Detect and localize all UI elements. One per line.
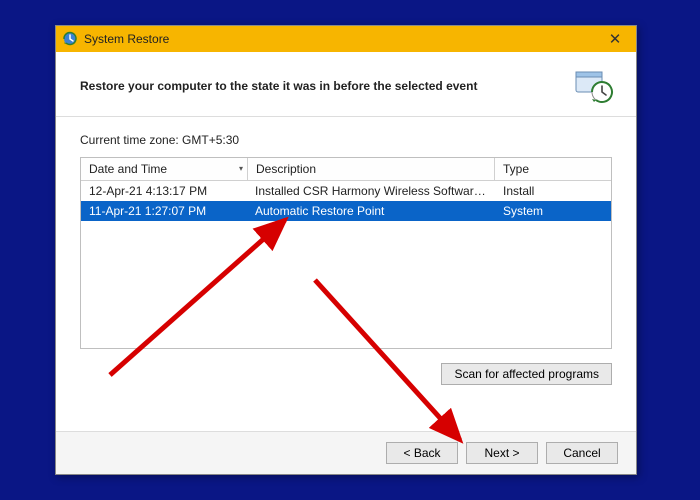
scan-affected-button[interactable]: Scan for affected programs [441, 363, 612, 385]
table-row[interactable]: 12-Apr-21 4:13:17 PMInstalled CSR Harmon… [81, 181, 611, 201]
column-header-date-label: Date and Time [89, 162, 167, 176]
cell-desc: Automatic Restore Point [247, 201, 495, 221]
wizard-header: Restore your computer to the state it wa… [56, 52, 636, 117]
next-button[interactable]: Next > [466, 442, 538, 464]
back-button[interactable]: < Back [386, 442, 458, 464]
restore-icon [62, 31, 78, 47]
restore-clock-icon [572, 66, 616, 106]
timezone-label: Current time zone: GMT+5:30 [80, 133, 612, 147]
column-header-description[interactable]: Description [248, 158, 495, 180]
column-header-type[interactable]: Type [495, 158, 611, 180]
close-button[interactable]: ✕ [600, 29, 630, 49]
table-row[interactable]: 11-Apr-21 1:27:07 PMAutomatic Restore Po… [81, 201, 611, 221]
cell-type: System [495, 201, 611, 221]
cancel-button[interactable]: Cancel [546, 442, 618, 464]
column-header-date[interactable]: Date and Time ▾ [81, 158, 248, 180]
window-title: System Restore [84, 32, 169, 46]
cell-desc: Installed CSR Harmony Wireless Software … [247, 181, 495, 201]
cell-date: 11-Apr-21 1:27:07 PM [81, 201, 247, 221]
cell-date: 12-Apr-21 4:13:17 PM [81, 181, 247, 201]
sort-indicator-icon: ▾ [239, 164, 243, 173]
titlebar[interactable]: System Restore ✕ [56, 26, 636, 52]
cell-type: Install [495, 181, 611, 201]
restore-points-table[interactable]: Date and Time ▾ Description Type 12-Apr-… [80, 157, 612, 349]
system-restore-dialog: System Restore ✕ Restore your computer t… [55, 25, 637, 475]
header-text: Restore your computer to the state it wa… [80, 79, 562, 93]
wizard-footer: < Back Next > Cancel [56, 431, 636, 474]
